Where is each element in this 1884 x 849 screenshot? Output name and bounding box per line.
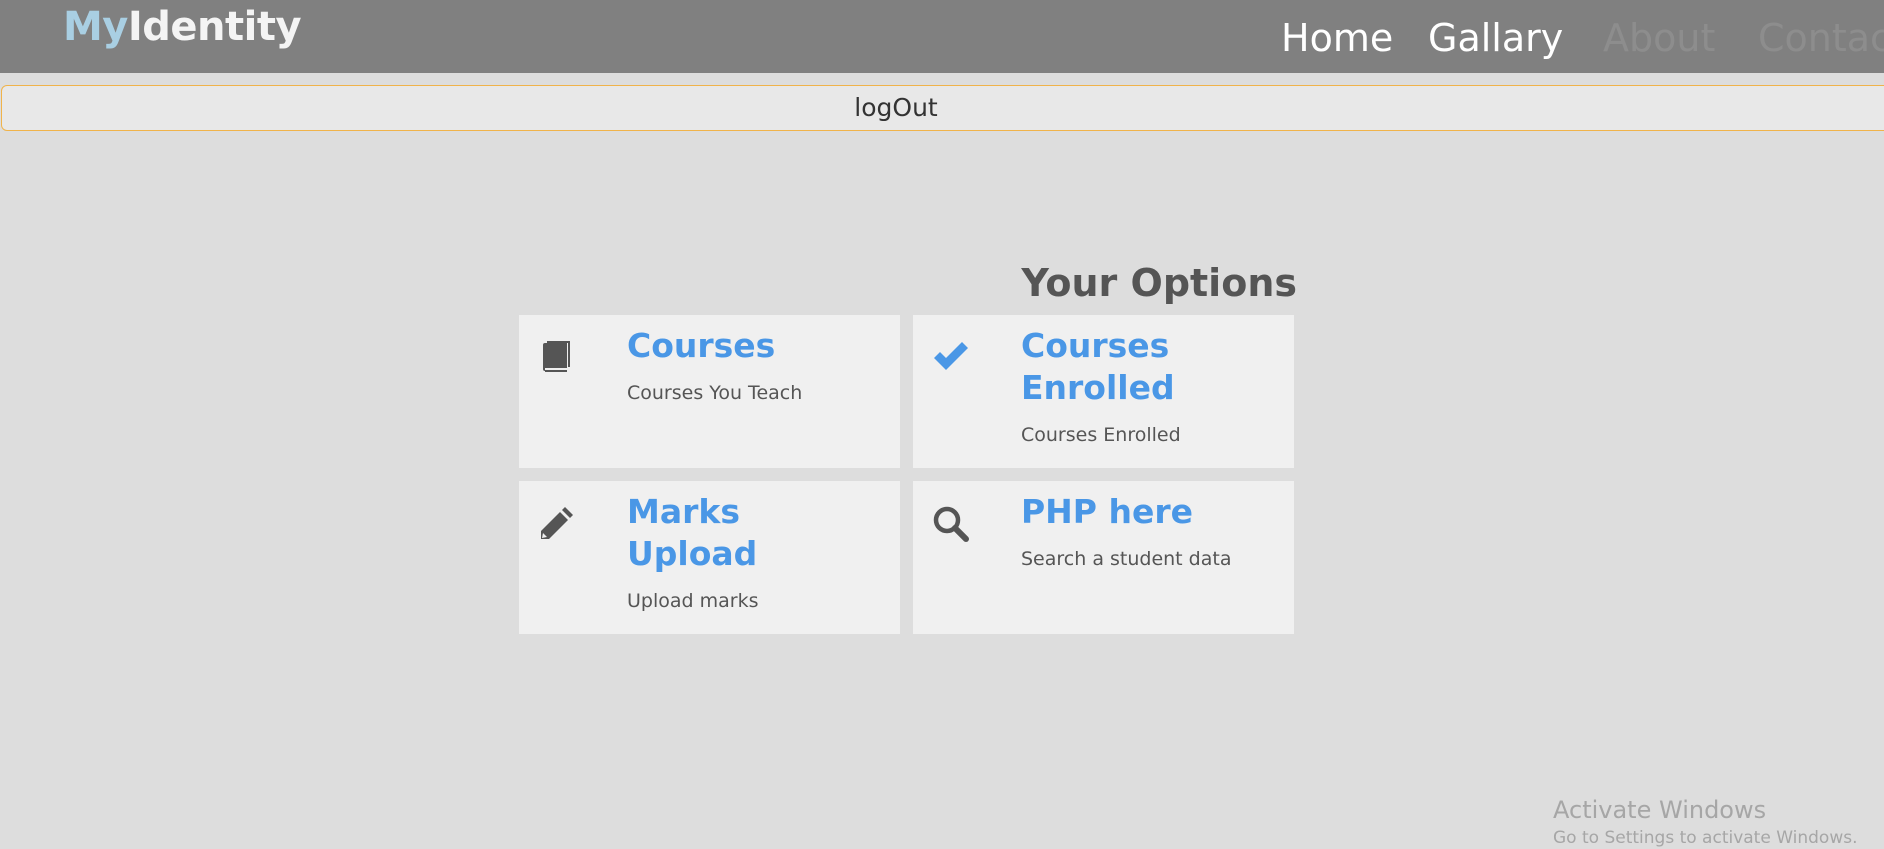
card-title: Courses xyxy=(627,326,776,365)
logout-label: logOut xyxy=(854,93,938,122)
book-icon xyxy=(537,337,577,377)
search-icon xyxy=(931,503,971,543)
activate-windows-watermark: Activate Windows Go to Settings to activ… xyxy=(1553,795,1858,849)
pencil-icon xyxy=(537,503,577,543)
watermark-title: Activate Windows xyxy=(1553,796,1767,824)
brand-part-my: My xyxy=(63,4,128,50)
card-title: Courses Enrolled xyxy=(1021,326,1175,407)
php-search-card[interactable]: PHP here Search a student data xyxy=(913,481,1294,634)
top-navbar: MyIdentity Home Gallary About Contact xyxy=(0,0,1884,73)
card-description: Courses You Teach xyxy=(627,382,803,404)
nav-about-link[interactable]: About xyxy=(1603,14,1715,62)
courses-card[interactable]: Courses Courses You Teach xyxy=(519,315,900,468)
options-heading: Your Options xyxy=(1021,261,1297,305)
card-description: Courses Enrolled xyxy=(1021,424,1181,446)
nav-home-link[interactable]: Home xyxy=(1281,14,1393,62)
watermark-subtitle: Go to Settings to activate Windows. xyxy=(1553,828,1858,848)
check-icon xyxy=(931,337,971,377)
card-description: Upload marks xyxy=(627,590,759,612)
card-title: Marks Upload xyxy=(627,492,758,573)
marks-upload-card[interactable]: Marks Upload Upload marks xyxy=(519,481,900,634)
nav-contact-link[interactable]: Contact xyxy=(1758,14,1884,62)
nav-gallary-link[interactable]: Gallary xyxy=(1428,14,1563,62)
logout-button[interactable]: logOut xyxy=(1,85,1884,131)
brand-part-identity: Identity xyxy=(127,4,302,50)
brand-logo[interactable]: MyIdentity xyxy=(63,0,302,54)
card-title: PHP here xyxy=(1021,492,1194,531)
courses-enrolled-card[interactable]: Courses Enrolled Courses Enrolled xyxy=(913,315,1294,468)
card-description: Search a student data xyxy=(1021,548,1232,570)
